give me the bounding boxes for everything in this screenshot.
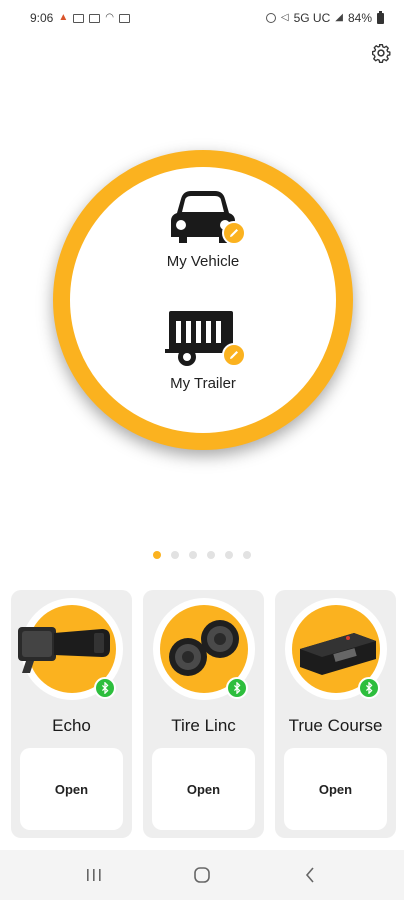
page-dot[interactable] [189, 551, 197, 559]
page-dot[interactable] [207, 551, 215, 559]
my-vehicle-label: My Vehicle [166, 253, 240, 270]
status-right: ◁ 5G UC ◢ 84% [265, 10, 384, 25]
pencil-icon [230, 229, 238, 237]
alarm-icon [265, 13, 276, 23]
mute-icon: ◁ [280, 12, 289, 23]
open-button[interactable]: Open [152, 748, 255, 830]
product-card-true-course[interactable]: True Course Open [275, 590, 396, 838]
status-bar: 9:06 ▲ ◠ ◁ 5G UC ◢ 84% [0, 0, 404, 36]
image-icon [119, 13, 130, 23]
status-left: 9:06 ▲ ◠ [30, 11, 130, 25]
my-vehicle-button[interactable]: My Vehicle [70, 185, 336, 270]
gear-icon [372, 44, 391, 63]
wifi-icon: ◠ [105, 12, 114, 23]
open-button[interactable]: Open [20, 748, 123, 830]
open-button[interactable]: Open [284, 748, 387, 830]
trailer-icon-wrap [163, 307, 246, 369]
notification-icon [73, 13, 85, 23]
bluetooth-status [358, 677, 380, 699]
product-title: True Course [288, 716, 383, 735]
bluetooth-status [226, 677, 248, 699]
home-button[interactable] [182, 855, 222, 895]
battery-percent: 84% [347, 11, 372, 25]
bluetooth-icon [233, 682, 241, 694]
product-card-tire-linc[interactable]: Tire Linc Open [143, 590, 264, 838]
back-button[interactable] [290, 855, 330, 895]
edit-vehicle-badge[interactable] [222, 221, 246, 245]
page-dot[interactable] [171, 551, 179, 559]
status-time: 9:06 [30, 11, 54, 25]
vehicle-hub: My Vehicle My Trailer [53, 150, 353, 450]
product-card-echo[interactable]: Echo Open [11, 590, 132, 838]
recents-button[interactable] [74, 855, 114, 895]
bluetooth-icon [101, 682, 109, 694]
pencil-icon [230, 351, 238, 359]
product-title: Echo [52, 716, 91, 735]
my-trailer-label: My Trailer [170, 375, 236, 392]
settings-button[interactable] [368, 40, 394, 66]
product-cards: Echo Open Tire Linc Open True Course Ope… [11, 590, 396, 838]
system-nav-bar [0, 850, 404, 900]
product-title: Tire Linc [171, 716, 236, 735]
signal-icon: ◢ [335, 12, 343, 23]
back-icon [305, 867, 314, 883]
bluetooth-icon [365, 682, 373, 694]
network-type: 5G UC [293, 11, 331, 25]
recents-icon [87, 869, 101, 881]
page-dot[interactable] [243, 551, 251, 559]
page-indicator [0, 551, 404, 559]
page-dot[interactable] [225, 551, 233, 559]
page-dot[interactable] [153, 551, 161, 559]
notification-icon [89, 13, 101, 23]
bluetooth-status [94, 677, 116, 699]
vehicle-icon-wrap [163, 185, 246, 247]
my-trailer-button[interactable]: My Trailer [70, 307, 336, 392]
home-icon [194, 867, 210, 883]
notification-icon: ▲ [58, 12, 69, 23]
battery-icon [377, 10, 384, 24]
edit-trailer-badge[interactable] [222, 343, 246, 367]
